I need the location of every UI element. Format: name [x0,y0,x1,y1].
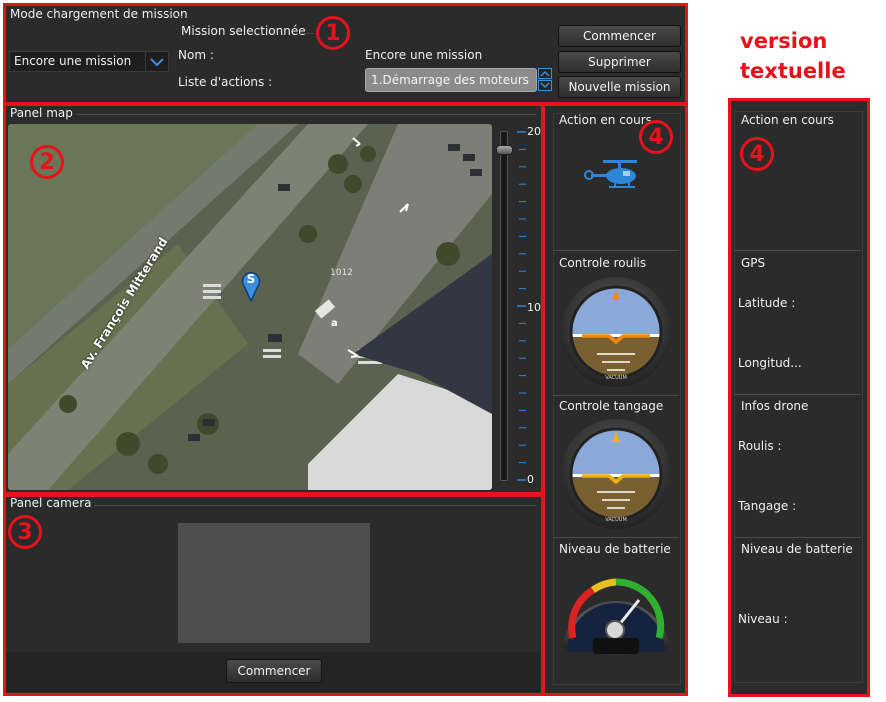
roll-gauge-text: VACUUM [605,375,627,381]
actions-label: Liste d'actions : [178,75,273,89]
pitch-attitude-gauge: VACUUM [557,418,675,530]
nom-label: Nom : [178,48,214,62]
pitch-gauge-text: VACUUM [605,517,627,523]
divider [734,537,861,538]
divider [176,16,182,17]
chevron-up-icon[interactable] [538,68,552,79]
road-marker: a [331,318,338,329]
battery-level-label: Niveau : [738,612,788,626]
roll-title: Controle roulis [559,256,647,270]
mission-select[interactable]: Encore une mission [9,51,169,72]
map-title: Panel map [10,106,73,120]
zoom-mid-label: 10 [527,301,541,314]
pitch-title: Controle tangage [559,399,664,413]
version-label-line2: textuelle [740,59,846,83]
zoom-slider[interactable]: 20 10 0 [496,125,541,490]
text-current-action-title: Action en cours [741,113,834,127]
zoom-max-label: 20 [527,125,541,138]
divider [76,114,536,115]
divider [300,33,314,34]
aerial-map [8,124,492,490]
camera-start-button[interactable]: Commencer [226,659,322,683]
drone-info-title: Infos drone [741,399,809,413]
text-battery-title: Niveau de batterie [741,542,853,556]
new-mission-button[interactable]: Nouvelle mission [558,76,681,98]
longitude-label: Longitud... [738,356,802,370]
delete-mission-button[interactable]: Supprimer [558,51,681,73]
gps-title: GPS [741,256,766,270]
divider [734,250,861,251]
chevron-down-icon[interactable] [538,80,552,91]
actions-list[interactable]: 1.Démarrage des moteurs [365,68,537,92]
latitude-label: Latitude : [738,296,796,310]
actions-list-value: 1.Démarrage des moteurs [371,73,529,87]
version-label-line1: version [740,29,828,53]
battery-title: Niveau de batterie [559,542,671,556]
divider [553,395,679,396]
mission-select-value: Encore une mission [14,54,132,68]
divider [553,537,679,538]
divider [553,250,679,251]
divider [734,394,861,395]
location-pin-icon[interactable]: S [241,270,261,303]
start-mission-button[interactable]: Commencer [558,25,681,47]
text-panel-inner [734,111,863,683]
current-action-title: Action en cours [559,113,652,127]
helicopter-icon [581,158,641,190]
roll-label: Roulis : [738,439,782,453]
divider [94,505,536,506]
pitch-label: Tangage : [738,499,797,513]
camera-title: Panel camera [10,496,92,510]
annotation-one: 1 [316,16,350,50]
annotation-four-text: 4 [740,137,774,171]
mode-title: Mode chargement de mission [10,7,188,21]
roll-attitude-gauge: VACUUM [557,276,675,388]
battery-gauge [557,560,675,660]
annotation-four: 4 [639,120,673,154]
marker-letter: S [246,272,256,286]
annotation-three: 3 [8,515,42,549]
map-view[interactable]: Av. François Mitterand 1012 a S [8,124,492,490]
selected-title: Mission selectionnée [181,24,306,38]
zoom-min-label: 0 [527,473,534,486]
nom-value: Encore une mission [365,48,483,62]
camera-view [178,523,370,643]
street-number: 1012 [330,268,353,278]
chevron-down-icon[interactable] [145,52,168,71]
annotation-two: 2 [30,145,64,179]
